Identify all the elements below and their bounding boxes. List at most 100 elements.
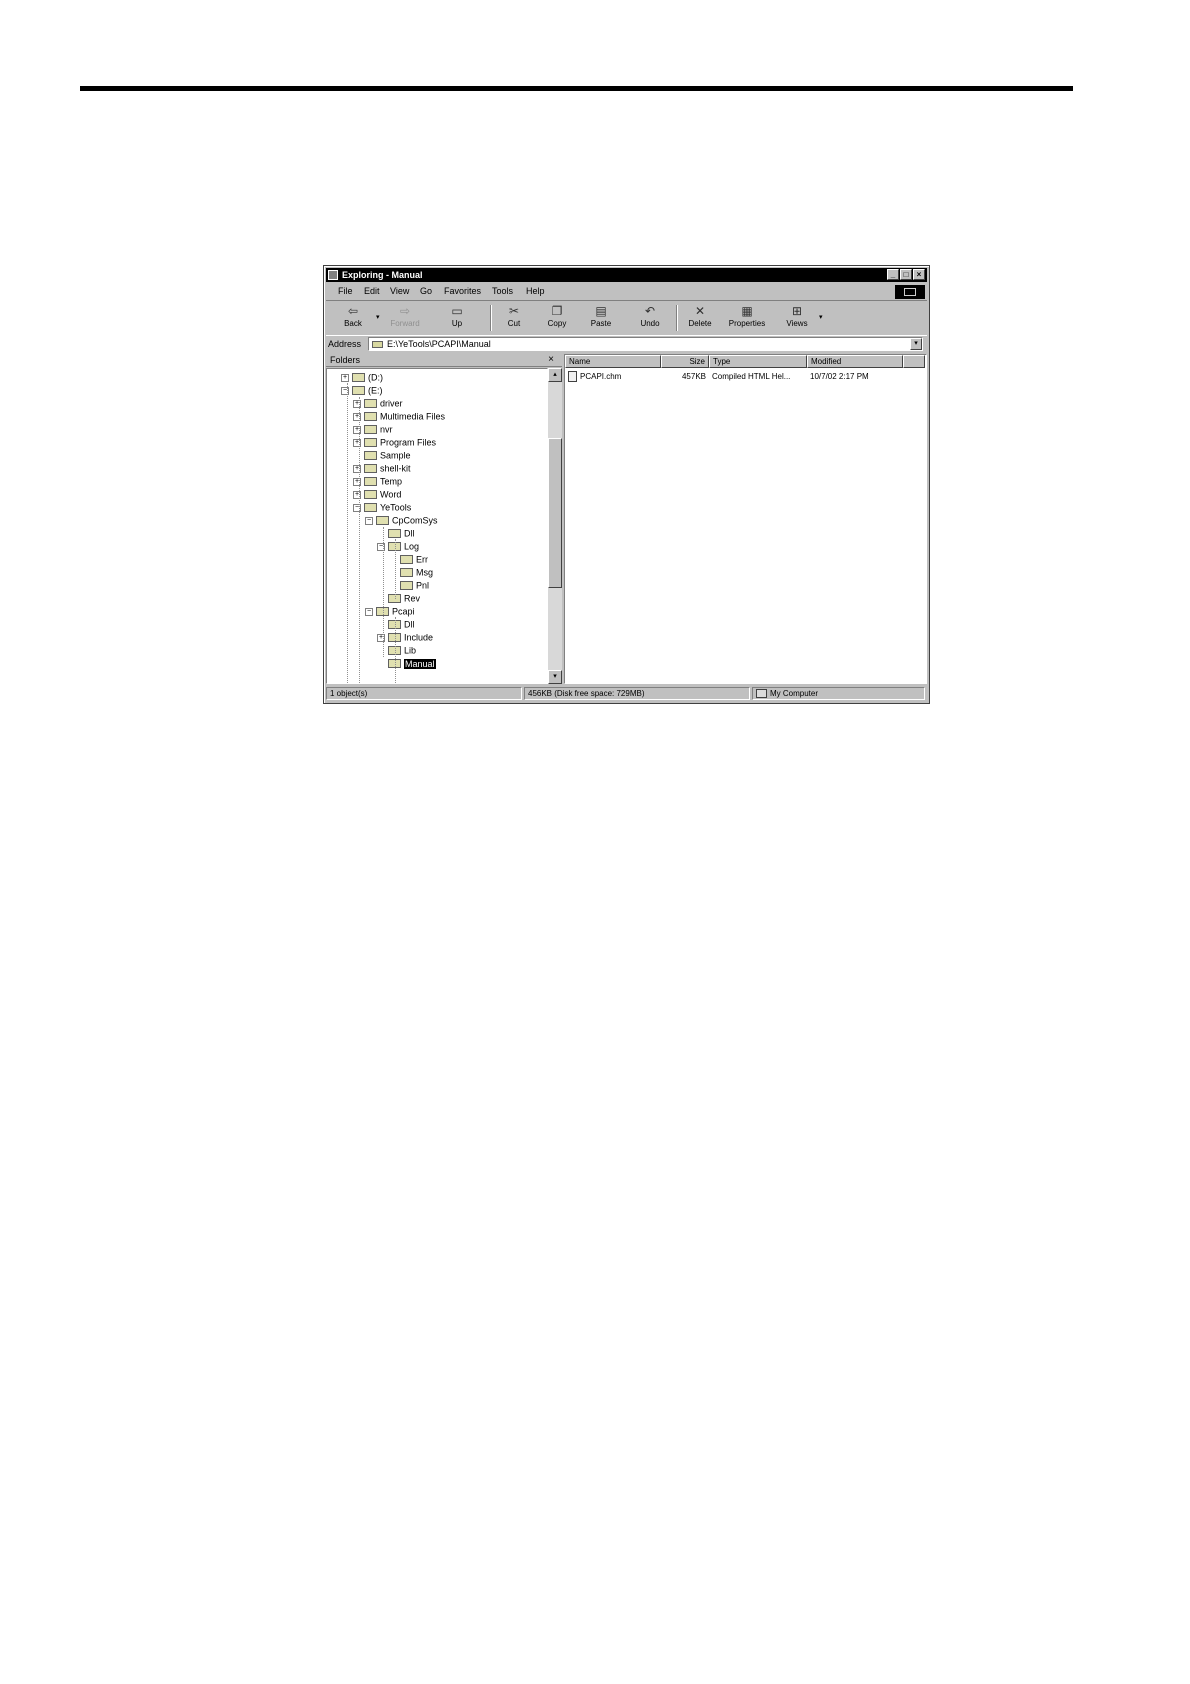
title-bar[interactable]: Exploring - Manual _ □ × [326,268,927,282]
folder-tree[interactable]: + (D:) − (E:) + driver + Multimedia Files + nvr + P… [326,368,548,684]
status-location: My Computer [752,687,925,700]
copy-icon: ❐ [551,304,563,318]
tree-item[interactable]: + shell-kit [353,462,411,474]
undo-button[interactable]: ↶ Undo [631,303,669,333]
properties-icon: ▦ [741,304,753,318]
tree-guide-line [395,539,396,599]
menu-go[interactable]: Go [420,286,432,296]
folder-icon [376,516,389,526]
folder-icon [364,438,377,448]
column-header-filler [903,355,925,368]
tree-item[interactable]: − CpComSys [365,514,438,526]
status-bar: 1 object(s) 456KB (Disk free space: 729M… [326,686,927,701]
status-disk-space: 456KB (Disk free space: 729MB) [524,687,750,700]
tree-item[interactable]: − Pcapi [365,605,415,617]
minimize-button[interactable]: _ [887,269,899,280]
folder-icon [372,341,383,348]
menu-tools[interactable]: Tools [492,286,513,296]
folder-icon [400,555,413,565]
scroll-thumb[interactable] [548,438,562,588]
menu-favorites[interactable]: Favorites [444,286,481,296]
tree-item-label: Multimedia Files [380,411,446,422]
tree-item-label: Rev [404,593,421,604]
scroll-down-button[interactable]: ▾ [548,670,562,684]
menu-view[interactable]: View [390,286,409,296]
tree-item[interactable]: + Temp [353,475,402,487]
tree-item[interactable]: + driver [353,397,403,409]
menu-file[interactable]: File [338,286,353,296]
folder-icon [400,568,413,578]
tree-item[interactable]: + Word [353,488,401,500]
toolbar-separator [490,305,492,331]
tree-expander-icon[interactable]: − [365,607,373,616]
address-value: E:\YeTools\PCAPI\Manual [387,339,491,349]
my-computer-icon [756,689,767,699]
clipboard-icon: ▤ [595,304,607,318]
tree-item[interactable]: + Multimedia Files [353,410,445,422]
toolbar-separator [676,305,678,331]
properties-button[interactable]: ▦ Properties [724,303,770,333]
maximize-button[interactable]: □ [900,269,912,280]
tree-item-label: Word [380,489,402,500]
tree-expander-icon[interactable]: − [365,516,373,525]
folders-close-button[interactable]: × [548,354,554,366]
folder-icon [364,451,377,461]
tree-item[interactable]: Manual [377,657,436,669]
scroll-up-button[interactable]: ▴ [548,368,562,382]
chm-file-icon [568,371,577,383]
menu-bar: File Edit View Go Favorites Tools Help [326,284,927,299]
cut-button[interactable]: ✂ Cut [495,303,533,333]
column-header-name[interactable]: Name [565,355,661,368]
file-name-cell[interactable]: PCAPI.chm [568,371,621,383]
folder-icon [364,477,377,487]
tree-item[interactable]: + Program Files [353,436,436,448]
tree-item-label: YeTools [380,502,412,513]
address-dropdown-button[interactable]: ▾ [910,338,922,350]
column-header-modified[interactable]: Modified [807,355,903,368]
column-header-size[interactable]: Size [661,355,709,368]
back-arrow-icon: ⇦ [347,304,359,318]
up-button[interactable]: ▭ Up [438,303,476,333]
back-history-dropdown[interactable]: ▾ [376,313,380,321]
tree-guide-line [395,617,396,683]
up-folder-icon: ▭ [451,304,463,318]
folder-icon [364,412,377,422]
file-size-cell: 457KB [681,372,706,381]
file-list[interactable]: Name Size Type Modified PCAPI.chm 457KB … [564,354,927,684]
tree-item-label: Log [404,541,420,552]
tree-guide-line [383,527,384,657]
folder-icon [352,373,365,383]
paste-button[interactable]: ▤ Paste [582,303,620,333]
tree-spacer [377,659,385,668]
tree-item[interactable]: + Include [377,631,433,643]
tree-item[interactable]: Sample [353,449,411,461]
views-button[interactable]: ⊞ Views [778,303,816,333]
tree-item[interactable]: + (D:) [341,371,383,383]
tree-item-label: Manual [404,658,436,669]
tree-guide-line [359,397,360,683]
page-top-rule [80,86,1073,91]
tree-item-label: Msg [416,567,434,578]
column-header-type[interactable]: Type [709,355,807,368]
menu-edit[interactable]: Edit [364,286,380,296]
address-input[interactable]: E:\YeTools\PCAPI\Manual ▾ [368,337,923,351]
delete-button[interactable]: ✕ Delete [681,303,719,333]
copy-button[interactable]: ❐ Copy [538,303,576,333]
tree-item-label: Dll [404,619,415,630]
tree-item[interactable]: − YeTools [353,501,411,513]
views-dropdown[interactable]: ▾ [819,313,823,321]
menu-help[interactable]: Help [526,286,545,296]
status-object-count: 1 object(s) [326,687,522,700]
tree-item-label: (D:) [368,372,383,383]
tree-item-label: Program Files [380,437,437,448]
standard-toolbar: ⇦ Back ▾ ⇨ Forward ▭ Up ✂ Cut ❐ Copy ▤ P… [326,300,927,336]
close-button[interactable]: × [913,269,925,280]
address-label: Address [328,339,362,349]
forward-button[interactable]: ⇨ Forward [386,303,424,333]
folder-tree-scrollbar[interactable]: ▴ ▾ [548,368,562,684]
explorer-app-icon[interactable] [328,270,338,280]
folder-icon [388,529,401,539]
back-button[interactable]: ⇦ Back [334,303,372,333]
tree-expander-icon[interactable]: + [341,373,349,382]
undo-icon: ↶ [644,304,656,318]
